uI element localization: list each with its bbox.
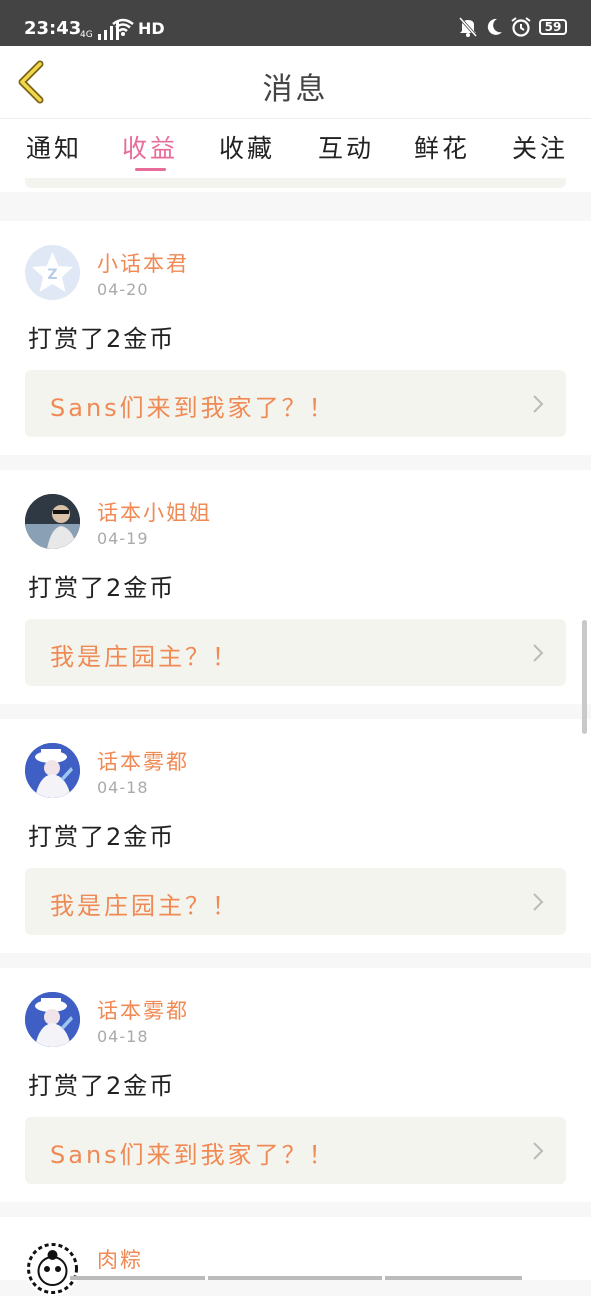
scrollbar[interactable]: [582, 620, 587, 734]
bottom-divider: [385, 1276, 522, 1280]
message-item: 话本小姐姐 04-19 打赏了2金币 我是庄园主？！: [0, 470, 591, 704]
anime-avatar-icon: [25, 992, 80, 1047]
username[interactable]: 肉粽: [97, 1244, 143, 1274]
avatar[interactable]: [25, 743, 80, 798]
reward-text: 打赏了2金币: [28, 325, 176, 353]
previous-message-partial: [0, 176, 591, 192]
svg-text:Z: Z: [47, 267, 57, 283]
active-tab-indicator: [135, 168, 166, 171]
alarm-icon: [511, 17, 531, 37]
avatar[interactable]: [25, 494, 80, 549]
chevron-right-icon: [533, 893, 544, 911]
reward-text: 打赏了2金币: [28, 574, 176, 602]
story-card[interactable]: Sans们来到我家了？！: [25, 1117, 566, 1184]
reward-text: 打赏了2金币: [28, 823, 176, 851]
story-title: 我是庄园主？！: [50, 643, 239, 671]
panda-avatar-icon: [27, 1243, 78, 1294]
username[interactable]: 话本雾都: [97, 746, 189, 776]
story-title: 我是庄园主？！: [50, 892, 239, 920]
story-title: Sans们来到我家了？！: [50, 394, 336, 422]
message-date: 04-18: [97, 778, 149, 797]
wifi-icon: [112, 18, 134, 36]
avatar[interactable]: [25, 992, 80, 1047]
tab-interactions[interactable]: 互动: [318, 129, 374, 165]
status-bar: 23:43 4G HD 59: [0, 0, 591, 46]
mute-bell-icon: [459, 17, 477, 37]
chevron-right-icon: [533, 395, 544, 413]
username[interactable]: 小话本君: [97, 248, 189, 278]
tab-earnings[interactable]: 收益: [122, 129, 178, 165]
star-logo-icon: Z: [32, 252, 73, 292]
header: 消息: [0, 46, 591, 118]
story-card-partial[interactable]: [25, 178, 566, 188]
story-card[interactable]: 我是庄园主？！: [25, 619, 566, 686]
message-date: 04-18: [97, 1027, 149, 1046]
message-item: 话本雾都 04-18 打赏了2金币 我是庄园主？！: [0, 719, 591, 953]
reward-text: 打赏了2金币: [28, 1072, 176, 1100]
message-date: 04-20: [97, 280, 149, 299]
moon-icon: [487, 18, 502, 35]
message-item: 话本雾都 04-18 打赏了2金币 Sans们来到我家了？！: [0, 968, 591, 1202]
avatar[interactable]: Z: [25, 245, 80, 300]
message-date: 04-19: [97, 529, 149, 548]
tab-flowers[interactable]: 鲜花: [414, 129, 470, 165]
story-title: Sans们来到我家了？！: [50, 1141, 336, 1169]
message-item: 肉粽: [0, 1217, 591, 1296]
battery-icon: 59: [539, 19, 567, 35]
tab-favorites[interactable]: 收藏: [219, 129, 275, 165]
anime-avatar-icon: [25, 743, 80, 798]
status-time: 23:43: [24, 18, 82, 39]
bottom-divider: [70, 1276, 205, 1280]
story-card[interactable]: 我是庄园主？！: [25, 868, 566, 935]
chevron-right-icon: [533, 644, 544, 662]
bottom-divider: [208, 1276, 382, 1280]
username[interactable]: 话本小姐姐: [97, 497, 212, 527]
username[interactable]: 话本雾都: [97, 995, 189, 1025]
photo-avatar-icon: [25, 494, 80, 549]
hd-indicator: HD: [138, 19, 165, 38]
network-type: 4G: [80, 30, 93, 40]
tab-following[interactable]: 关注: [512, 129, 568, 165]
story-card[interactable]: Sans们来到我家了？！: [25, 370, 566, 437]
message-item: Z 小话本君 04-20 打赏了2金币 Sans们来到我家了？！: [0, 221, 591, 455]
avatar[interactable]: [25, 1241, 80, 1296]
page-title: 消息: [262, 72, 329, 107]
tab-bar: 通知 收益 收藏 互动 鲜花 关注: [0, 118, 591, 177]
tab-notifications[interactable]: 通知: [26, 129, 82, 165]
chevron-right-icon: [533, 1142, 544, 1160]
